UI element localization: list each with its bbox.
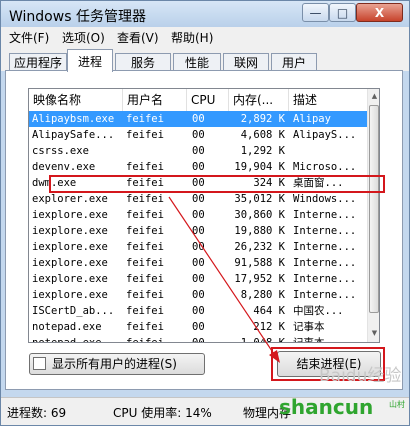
arrow-line (168, 196, 277, 358)
watermark-logo: shancun (279, 395, 374, 419)
task-manager-window: Windows 任务管理器 — □ X 文件(F) 选项(O) 查看(V) 帮助… (0, 0, 410, 426)
watermark-sub: 山村 (389, 400, 405, 409)
faint-watermark: Baidu经验 (319, 366, 402, 386)
dwm-highlight-box (49, 175, 385, 193)
